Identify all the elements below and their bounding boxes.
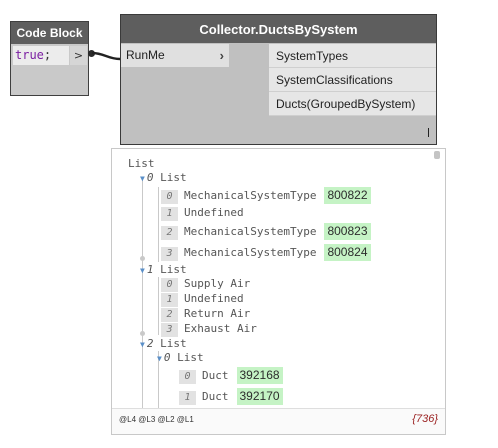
list-item: 2 MechanicalSystemType 800823 — [161, 223, 371, 240]
collector-title[interactable]: Collector.DuctsBySystem — [121, 15, 436, 43]
level-l2[interactable]: @L2 — [158, 415, 175, 424]
item-index: 2 — [161, 308, 178, 322]
subgroup-index: 0 — [163, 351, 171, 364]
expand-triangle-icon[interactable]: ▼ — [140, 340, 145, 349]
list-group-header[interactable]: ▼ 2 List — [140, 337, 187, 350]
element-id-link[interactable]: 392168 — [236, 367, 283, 384]
item-text: MechanicalSystemType — [184, 225, 317, 238]
level-l1[interactable]: @L1 — [177, 415, 194, 424]
item-text: Supply Air — [184, 277, 251, 290]
expand-triangle-icon[interactable]: ▼ — [157, 354, 162, 363]
list-item: 1 Duct 392170 — [179, 388, 283, 405]
group-index: 1 — [146, 263, 154, 276]
code-block-output-port[interactable]: > — [70, 46, 87, 65]
item-text: Exhaust Air — [184, 322, 257, 335]
item-index: 3 — [161, 323, 178, 337]
list-item: 3 Exhaust Air — [161, 322, 257, 337]
input-port-label: RunMe — [126, 48, 165, 62]
tree-knot — [140, 331, 145, 336]
scrollbar-thumb[interactable] — [434, 151, 440, 159]
group-label: List — [160, 337, 187, 350]
element-id-link[interactable]: 392170 — [236, 388, 283, 405]
list-group-header[interactable]: ▼ 1 List — [140, 263, 187, 276]
element-id-link[interactable]: 800822 — [324, 187, 371, 204]
item-text: MechanicalSystemType — [184, 189, 317, 202]
collector-node[interactable]: Collector.DuctsBySystem RunMe › SystemTy… — [120, 14, 437, 145]
text-cursor-icon — [428, 128, 429, 137]
item-text: Undefined — [184, 206, 244, 219]
output-ports: SystemTypes SystemClassifications Ducts(… — [269, 44, 436, 116]
list-item: 0 Duct 392168 — [179, 367, 283, 384]
list-levels: @L4 @L3 @L2 @L1 — [119, 415, 194, 424]
item-index: 1 — [161, 293, 178, 307]
subgroup-label: List — [177, 351, 204, 364]
item-index: 0 — [161, 190, 178, 204]
tree-guide — [142, 177, 143, 415]
item-index: 0 — [161, 278, 178, 292]
expand-triangle-icon[interactable]: ▼ — [140, 174, 145, 183]
item-text: Undefined — [184, 292, 244, 305]
element-id-link[interactable]: 800824 — [324, 244, 371, 261]
input-port-runme[interactable]: RunMe › — [121, 44, 229, 67]
list-subgroup-header[interactable]: ▼ 0 List — [157, 351, 204, 364]
code-editor[interactable]: true; — [13, 46, 69, 65]
tree-guide — [158, 187, 159, 262]
list-item: 1 Undefined — [161, 206, 244, 221]
element-id-link[interactable]: 800823 — [324, 223, 371, 240]
code-keyword: true — [15, 48, 44, 62]
preview-bubble[interactable]: List ▼ 0 List 0 MechanicalSystemType 800822… — [111, 148, 446, 435]
group-index: 2 — [146, 337, 154, 350]
group-label: List — [160, 263, 187, 276]
expand-triangle-icon[interactable]: ▼ — [140, 266, 145, 275]
list-group-header[interactable]: ▼ 0 List — [140, 171, 187, 184]
item-count: {736} — [412, 413, 438, 425]
level-l4[interactable]: @L4 — [119, 415, 136, 424]
list-item: 0 MechanicalSystemType 800822 — [161, 187, 371, 204]
output-port-system-types[interactable]: SystemTypes — [269, 44, 436, 68]
chevron-right-icon: › — [219, 48, 224, 63]
group-index: 0 — [146, 171, 154, 184]
item-index: 1 — [161, 207, 178, 221]
item-text: Duct — [202, 369, 229, 382]
list-item: 0 Supply Air — [161, 277, 250, 292]
code-punct: ; — [43, 48, 52, 62]
output-port-system-classifications[interactable]: SystemClassifications — [269, 68, 436, 92]
item-index: 0 — [179, 370, 196, 384]
item-text: MechanicalSystemType — [184, 246, 317, 259]
list-item: 3 MechanicalSystemType 800824 — [161, 244, 371, 261]
list-item: 2 Return Air — [161, 307, 250, 322]
tree-knot — [140, 256, 145, 261]
code-block-title[interactable]: Code Block — [11, 22, 88, 44]
item-text: Return Air — [184, 307, 251, 320]
list-item: 1 Undefined — [161, 292, 244, 307]
item-text: Duct — [202, 390, 229, 403]
code-block-node[interactable]: Code Block true; > — [10, 21, 89, 96]
group-label: List — [160, 171, 187, 184]
item-index: 1 — [179, 391, 196, 405]
item-index: 3 — [161, 247, 178, 261]
level-l3[interactable]: @L3 — [138, 415, 155, 424]
preview-footer: @L4 @L3 @L2 @L1 {736} — [112, 408, 445, 434]
tree-guide — [158, 277, 159, 335]
item-index: 2 — [161, 226, 178, 240]
output-port-ducts[interactable]: Ducts(GroupedBySystem) — [269, 92, 436, 116]
list-root-label: List — [128, 157, 155, 170]
code-block-body: true; > — [11, 44, 88, 95]
